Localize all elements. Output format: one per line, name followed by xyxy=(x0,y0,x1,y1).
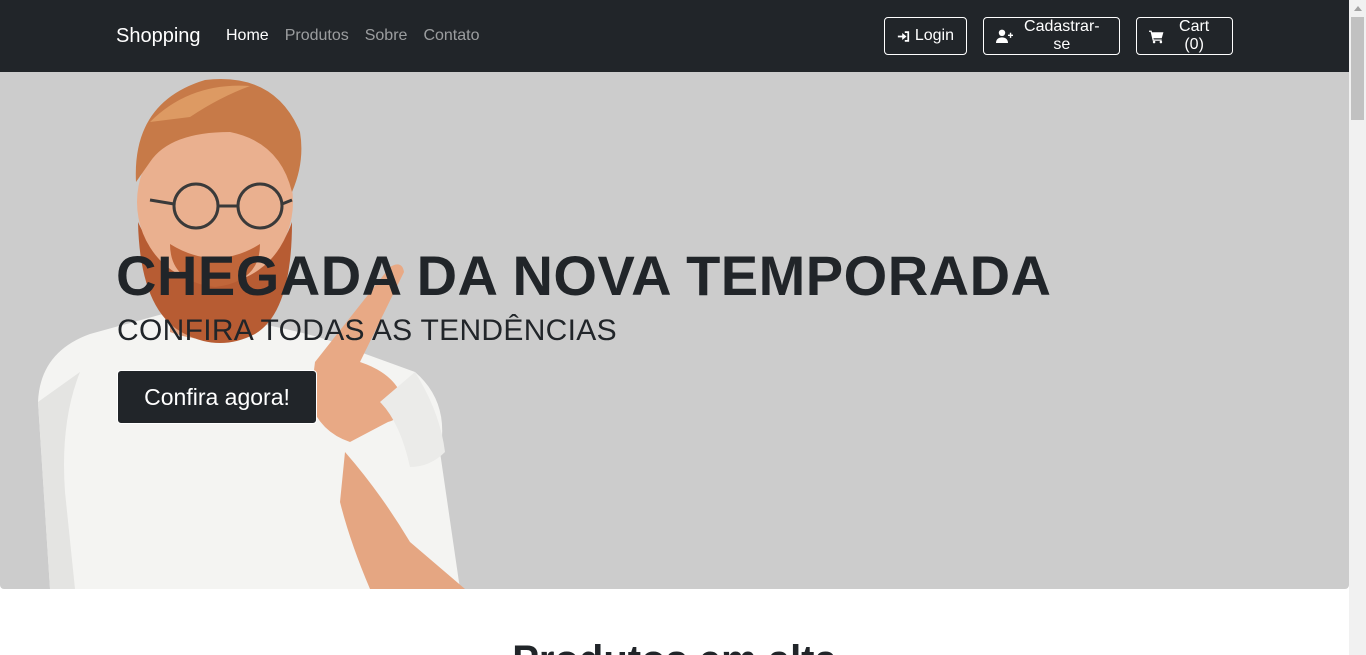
nav-links: Home Produtos Sobre Contato xyxy=(226,24,495,48)
cart-label: Cart (0) xyxy=(1179,18,1210,53)
signup-label: Cadastrar-se xyxy=(1024,18,1100,53)
nav-link-produtos[interactable]: Produtos xyxy=(285,24,349,48)
scrollbar-thumb[interactable] xyxy=(1351,17,1364,120)
shop-now-button[interactable]: Confira agora! xyxy=(117,370,317,424)
vertical-scrollbar[interactable] xyxy=(1349,0,1366,655)
signup-button[interactable]: Cadastrar-se xyxy=(983,17,1120,55)
cart-button[interactable]: Cart (0) xyxy=(1136,17,1233,55)
sign-in-icon xyxy=(897,30,910,42)
shopping-cart-icon xyxy=(1149,30,1164,43)
scroll-up-arrow-icon[interactable] xyxy=(1349,0,1366,17)
hero-title: CHEGADA DA NOVA TEMPORADA xyxy=(116,244,1052,307)
navbar: Shopping Home Produtos Sobre Contato Log… xyxy=(0,0,1349,72)
nav-link-sobre[interactable]: Sobre xyxy=(365,24,408,48)
nav-link-contato[interactable]: Contato xyxy=(423,24,479,48)
login-button[interactable]: Login xyxy=(884,17,967,55)
user-plus-icon xyxy=(996,29,1013,43)
section-title: Produtos em alta xyxy=(0,636,1349,655)
login-label: Login xyxy=(914,27,954,44)
nav-link-home[interactable]: Home xyxy=(226,24,269,48)
hero-banner: CHEGADA DA NOVA TEMPORADA CONFIRA TODAS … xyxy=(0,72,1349,589)
hero-subtitle: CONFIRA TODAS AS TENDÊNCIAS xyxy=(117,314,617,347)
brand-logo[interactable]: Shopping xyxy=(116,22,201,50)
